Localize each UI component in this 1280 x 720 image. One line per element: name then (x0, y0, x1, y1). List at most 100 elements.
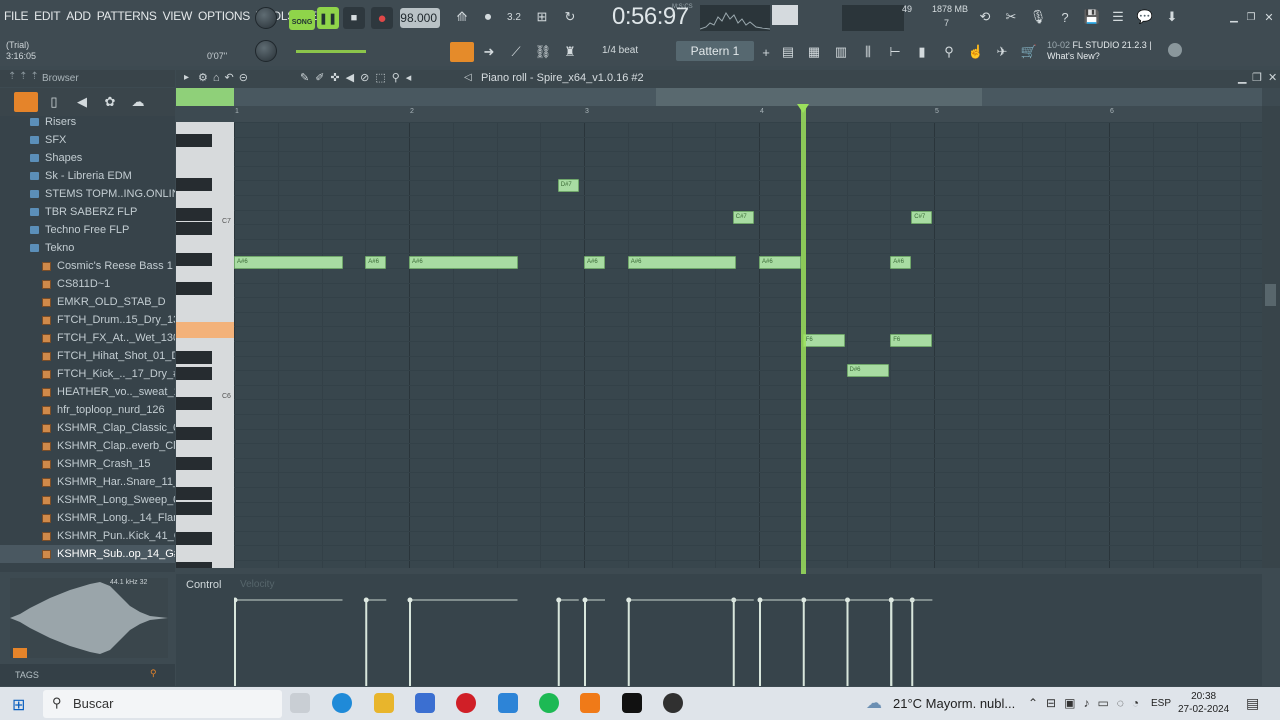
browser-file[interactable]: KSHMR_Har..Snare_11_G (0, 473, 175, 491)
velocity-lane[interactable] (234, 592, 1262, 686)
vertical-scroll-thumb[interactable] (1265, 284, 1276, 306)
browser-folder[interactable]: Risers (0, 116, 175, 131)
note[interactable]: A#6 (409, 256, 518, 270)
browser-file[interactable]: KSHMR_Sub..op_14_G# (0, 545, 175, 563)
note[interactable]: D#7 (557, 179, 579, 193)
countdown-icon[interactable]: 3.2 (504, 7, 524, 27)
note[interactable]: A#6 (890, 256, 912, 270)
faders-icon[interactable]: ⫼ (858, 42, 878, 62)
link-icon[interactable]: ⛓ (533, 42, 553, 62)
mixer-icon[interactable]: ☰ (1108, 7, 1128, 27)
black-key[interactable] (176, 502, 212, 515)
download-icon[interactable]: ⬇ (1162, 7, 1182, 27)
news-panel[interactable]: 10-02 FL STUDIO 21.2.3 | What's New? (1047, 40, 1152, 62)
black-key[interactable] (176, 253, 212, 266)
note[interactable]: F6 (890, 334, 933, 348)
browser-folder[interactable]: STEMS TOPM..ING.ONLINE (0, 185, 175, 203)
fl-studio-icon[interactable] (580, 693, 600, 713)
browser-file[interactable]: CS811D~1 (0, 275, 175, 293)
add-pattern-icon[interactable]: + (756, 42, 776, 62)
highlighted-key[interactable] (176, 322, 234, 338)
weather-text[interactable]: 21°C Mayorm. nubl... (893, 696, 1015, 711)
undo-icon[interactable]: ⟲ (975, 7, 995, 27)
velocity-handle[interactable] (626, 597, 632, 603)
language-indicator[interactable]: ESP (1151, 698, 1171, 709)
news-link[interactable]: What's New? (1047, 51, 1100, 61)
pause-button[interactable]: ❚❚ (317, 7, 339, 29)
browser-folder[interactable]: SFX (0, 131, 175, 149)
browser-folder[interactable]: Techno Free FLP (0, 221, 175, 239)
master-volume-knob[interactable] (255, 7, 277, 29)
spotify-icon[interactable] (539, 693, 559, 713)
note[interactable]: F6 (802, 334, 845, 348)
help-icon[interactable]: ? (1055, 7, 1075, 27)
close-icon[interactable]: ✕ (1259, 7, 1279, 27)
snap-selector[interactable]: 1/4 beat (602, 42, 654, 60)
search-icon[interactable]: ⚲ (150, 668, 157, 679)
chat-icon[interactable]: 💬 (1135, 7, 1155, 27)
piano-roll-button[interactable] (450, 42, 474, 62)
cloud-icon[interactable]: ☁ (128, 92, 148, 112)
velocity-handle[interactable] (757, 597, 763, 603)
black-key[interactable] (176, 367, 212, 380)
overview-scroll-window[interactable] (656, 88, 982, 106)
black-key[interactable] (176, 562, 212, 568)
velocity-handle[interactable] (363, 597, 369, 603)
menu-patterns[interactable]: PATTERNS (97, 9, 157, 23)
browser-file[interactable]: KSHMR_Long.._14_Flange (0, 509, 175, 527)
browser-file[interactable]: FTCH_Drum..15_Dry_130 (0, 311, 175, 329)
browser-folder[interactable]: Tekno (0, 239, 175, 257)
shop-icon[interactable]: 🛒 (1019, 42, 1039, 62)
taskbar-clock[interactable]: 20:38 27-02-2024 (1178, 690, 1229, 716)
menu-edit[interactable]: EDIT (34, 9, 60, 23)
browser-folder[interactable]: Sk - Libreria EDM (0, 167, 175, 185)
routing-icon[interactable]: ⊢ (885, 42, 905, 62)
tempo-tap-icon[interactable]: ✈ (992, 42, 1012, 62)
browser-file[interactable]: KSHMR_Long_Sweep_08 (0, 491, 175, 509)
note[interactable]: D#6 (846, 363, 889, 377)
velocity-handle[interactable] (234, 597, 238, 603)
file-icon[interactable]: ▯ (44, 92, 64, 112)
mail-icon[interactable] (498, 693, 518, 713)
black-key[interactable] (176, 457, 212, 470)
store-icon[interactable] (415, 693, 435, 713)
menu-view[interactable]: VIEW (163, 9, 193, 23)
velocity-handle[interactable] (888, 597, 894, 603)
save-icon[interactable]: 💾 (1082, 7, 1102, 27)
window-max-icon[interactable]: ❐ (1252, 71, 1262, 84)
wait-for-input-icon[interactable]: ⏺ (478, 7, 498, 27)
cut-icon[interactable]: ✂ (1001, 7, 1021, 27)
black-key[interactable] (176, 397, 212, 410)
menu-file[interactable]: FILE (4, 9, 28, 23)
obs-icon[interactable] (663, 693, 683, 713)
vertical-scrollbar[interactable] (1262, 106, 1280, 568)
notification-icon[interactable]: ▤ (1246, 695, 1259, 712)
browser-folder[interactable]: TBR SABERZ FLP (0, 203, 175, 221)
browser-file[interactable]: HEATHER_vo.._sweat_128 (0, 383, 175, 401)
stop-button[interactable]: ■ (343, 7, 365, 29)
browser-file[interactable]: KSHMR_Crash_15 (0, 455, 175, 473)
window-min-icon[interactable]: ▁ (1238, 71, 1246, 84)
black-key[interactable] (176, 351, 212, 364)
record-button[interactable]: ● (371, 7, 393, 29)
pattern-overview[interactable] (176, 88, 1262, 106)
browser-folder[interactable]: Shapes (0, 149, 175, 167)
browser-file[interactable]: Cosmic's Reese Bass 1 (0, 257, 175, 275)
tiktok-icon[interactable] (622, 693, 642, 713)
black-key[interactable] (176, 222, 212, 235)
browser-file[interactable]: KSHMR_Clap_Classic_01 (0, 419, 175, 437)
fl-logo-icon[interactable] (1168, 43, 1182, 57)
file-explorer-icon[interactable] (374, 693, 394, 713)
note[interactable]: A#6 (759, 256, 801, 270)
black-key[interactable] (176, 487, 212, 500)
note[interactable]: A#6 (627, 256, 737, 270)
piano-keyboard[interactable]: C7 C6 (176, 122, 234, 568)
mic-icon[interactable]: 🎙 (1028, 7, 1048, 27)
event-editor[interactable]: Control Velocity (176, 574, 1262, 686)
black-key[interactable] (176, 178, 212, 191)
maximize-icon[interactable]: ❐ (1241, 7, 1261, 27)
system-tray-icons[interactable]: ⌃⊟▣♪▭◌◔ (1028, 696, 1147, 710)
taskbar-search[interactable]: Buscar (43, 690, 282, 718)
velocity-handle[interactable] (845, 597, 850, 603)
metronome-icon[interactable]: ⟰ (452, 7, 472, 27)
